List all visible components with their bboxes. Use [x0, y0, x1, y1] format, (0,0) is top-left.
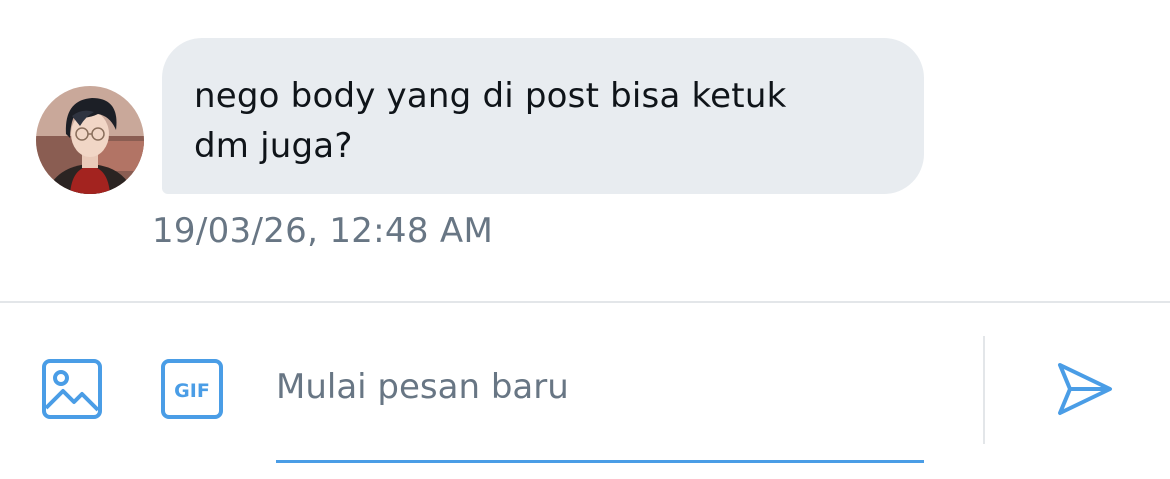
- add-image-button[interactable]: [38, 356, 106, 422]
- gif-label: GIF: [174, 380, 210, 402]
- send-button[interactable]: [1050, 356, 1120, 422]
- input-focus-underline: [276, 460, 924, 463]
- avatar-illustration: [36, 86, 144, 194]
- composer-divider: [0, 301, 1170, 303]
- add-gif-button[interactable]: GIF: [158, 356, 226, 422]
- send-divider: [983, 336, 985, 444]
- message-timestamp: 19/03/26, 12:48 AM: [152, 211, 494, 251]
- send-icon: [1058, 363, 1112, 415]
- gif-icon: GIF: [161, 359, 223, 419]
- sender-avatar[interactable]: [36, 86, 144, 194]
- message-text: nego body yang di post bisa ketuk dm jug…: [194, 76, 787, 166]
- received-message-bubble[interactable]: nego body yang di post bisa ketuk dm jug…: [162, 38, 924, 194]
- image-icon: [42, 359, 102, 419]
- dm-conversation-screen: nego body yang di post bisa ketuk dm jug…: [0, 0, 1170, 479]
- new-message-input[interactable]: [276, 352, 924, 422]
